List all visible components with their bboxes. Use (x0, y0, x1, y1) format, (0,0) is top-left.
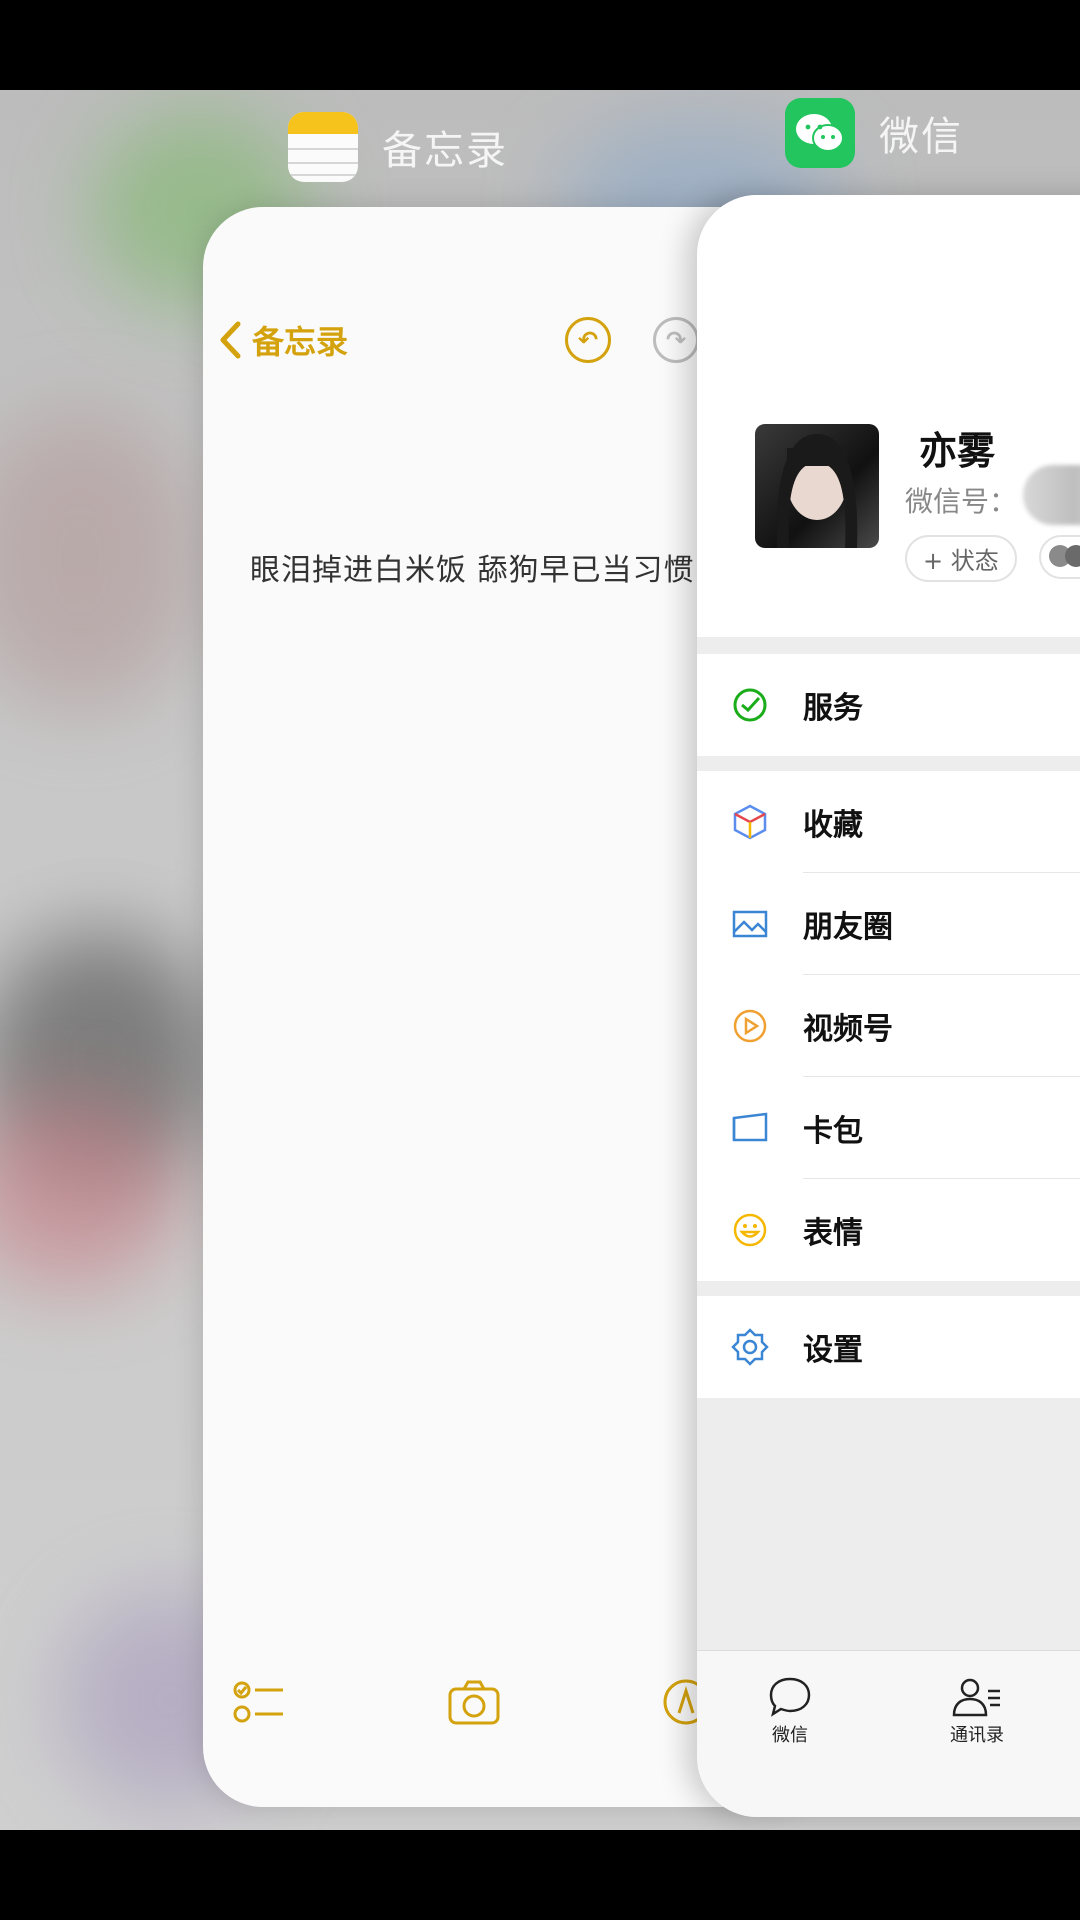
tab-chats[interactable]: 微信 (767, 1675, 813, 1747)
notes-back-button[interactable]: 备忘录 (218, 317, 348, 363)
menu-label-favorites: 收藏 (803, 808, 863, 843)
menu-label-cards: 卡包 (803, 1114, 863, 1149)
contacts-icon (952, 1678, 1000, 1717)
menu-item-service[interactable]: 服务 (697, 654, 1080, 756)
notes-back-label: 备忘录 (252, 323, 349, 361)
avatar[interactable] (755, 424, 879, 548)
service-section: 服务 (697, 654, 1080, 756)
menu-item-channels[interactable]: 视频号 (697, 975, 1080, 1077)
channels-play-icon (733, 1009, 767, 1043)
profile-nickname: 亦雾 (919, 429, 996, 473)
camera-icon (448, 1680, 500, 1725)
menu-item-settings[interactable]: 设置 (697, 1296, 1080, 1398)
settings-gear-icon (731, 1328, 769, 1366)
tools-section: 收藏 朋友圈 视频号 卡包 表情 (697, 771, 1080, 1281)
service-icon (733, 688, 767, 722)
wechat-id-label: 微信号： (905, 485, 1018, 518)
undo-button[interactable]: ↶ (565, 317, 611, 363)
wechat-id-redacted (1023, 465, 1080, 525)
notes-app-name: 备忘录 (382, 128, 508, 174)
blurred-background (0, 410, 200, 710)
profile-header[interactable]: 亦雾 微信号： + 状态 (697, 195, 1080, 637)
menu-label-moments: 朋友圈 (803, 910, 893, 945)
menu-item-favorites[interactable]: 收藏 (697, 771, 1080, 873)
wechat-app-label[interactable]: 微信 (785, 98, 963, 168)
moments-picture-icon (732, 910, 768, 938)
redo-button[interactable]: ↷ (653, 317, 699, 363)
settings-section: 设置 (697, 1296, 1080, 1398)
wechat-app-icon (785, 98, 855, 168)
menu-item-cards[interactable]: 卡包 (697, 1077, 1080, 1179)
note-content[interactable]: 眼泪掉进白米饭 舔狗早已当习惯 (250, 545, 695, 589)
bottom-tab-bar: 微信 通讯录 (697, 1650, 1080, 1817)
checklist-icon (233, 1681, 283, 1723)
wechat-app-name: 微信 (879, 114, 963, 160)
undo-icon: ↶ (577, 326, 599, 354)
favorites-cube-icon (733, 804, 767, 840)
card-wallet-icon (732, 1112, 768, 1142)
menu-label-service: 服务 (803, 691, 863, 726)
tab-label-chats: 微信 (772, 1725, 808, 1746)
menu-label-settings: 设置 (803, 1333, 863, 1368)
friends-status-avatars[interactable] (1039, 535, 1080, 579)
tab-contacts[interactable]: 通讯录 (950, 1675, 1004, 1747)
redo-icon: ↷ (665, 326, 687, 354)
camera-button[interactable] (447, 1677, 501, 1731)
menu-item-moments[interactable]: 朋友圈 (697, 873, 1080, 975)
add-status-button[interactable]: + 状态 (905, 535, 1017, 582)
notes-app-icon (288, 112, 358, 182)
tab-label-contacts: 通讯录 (950, 1725, 1004, 1746)
chat-bubble-icon (769, 1677, 811, 1717)
sticker-smiley-icon (733, 1213, 767, 1247)
wechat-app-card[interactable]: 亦雾 微信号： + 状态 服务 收藏 朋友圈 视频号 卡包 表情 设置 微信 通… (697, 195, 1080, 1817)
menu-item-stickers[interactable]: 表情 (697, 1179, 1080, 1281)
menu-label-channels: 视频号 (803, 1012, 893, 1047)
checklist-button[interactable] (233, 1677, 287, 1731)
chevron-left-icon (220, 321, 241, 359)
notes-app-label[interactable]: 备忘录 (288, 112, 508, 182)
menu-label-stickers: 表情 (803, 1216, 863, 1251)
